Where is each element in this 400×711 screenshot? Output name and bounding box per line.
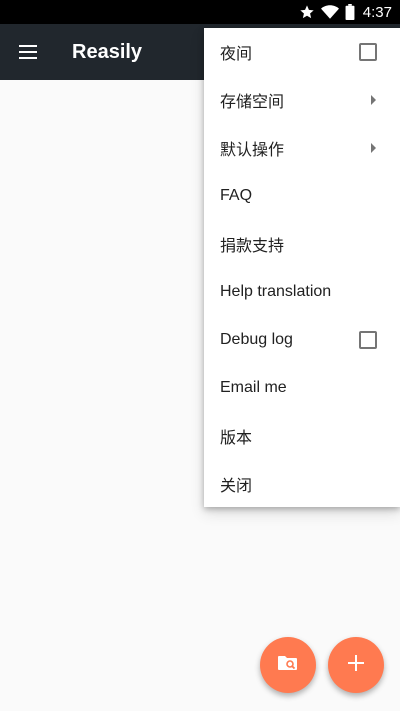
menu-item-night-mode[interactable]: 夜间: [204, 28, 400, 76]
submenu-arrow-icon: [371, 143, 376, 153]
menu-item-label: Debug log: [220, 331, 293, 348]
plus-icon: [348, 655, 364, 675]
menu-item-label: 夜间: [220, 46, 253, 63]
menu-item-debug-log[interactable]: Debug log: [204, 316, 400, 364]
menu-item-label: Help translation: [220, 283, 332, 300]
overflow-menu: 夜间 存储空间 默认操作 FAQ 捐款支持 Help translation D…: [204, 28, 400, 507]
folder-search-button[interactable]: [260, 637, 316, 693]
status-icons: 4:37: [299, 0, 392, 24]
hamburger-menu-icon[interactable]: [10, 34, 46, 70]
menu-item-label: 关闭: [220, 478, 253, 495]
add-button[interactable]: [328, 637, 384, 693]
menu-item-label: 捐款支持: [220, 238, 285, 255]
menu-item-faq[interactable]: FAQ: [204, 172, 400, 220]
menu-item-default-action[interactable]: 默认操作: [204, 124, 400, 172]
menu-item-label: FAQ: [220, 187, 253, 204]
menu-item-storage[interactable]: 存储空间: [204, 76, 400, 124]
submenu-arrow-icon: [371, 95, 376, 105]
star-icon: [299, 4, 315, 20]
night-mode-checkbox[interactable]: [359, 43, 377, 61]
status-time: 4:37: [362, 3, 392, 21]
menu-item-label: Email me: [220, 379, 287, 396]
menu-item-donate[interactable]: 捐款支持: [204, 220, 400, 268]
debug-log-checkbox[interactable]: [359, 331, 377, 349]
menu-item-label: 版本: [220, 430, 253, 447]
app-title: Reasily: [72, 41, 143, 63]
menu-item-email-me[interactable]: Email me: [204, 364, 400, 412]
menu-item-close[interactable]: 关闭: [204, 460, 400, 508]
menu-item-version[interactable]: 版本: [204, 412, 400, 460]
folder-search-icon: [276, 651, 300, 679]
wifi-icon: [320, 4, 339, 20]
battery-icon: [345, 4, 355, 20]
status-bar: 4:37: [0, 0, 400, 24]
menu-item-label: 默认操作: [220, 142, 285, 159]
menu-item-label: 存储空间: [220, 94, 285, 111]
menu-item-help-translation[interactable]: Help translation: [204, 268, 400, 316]
